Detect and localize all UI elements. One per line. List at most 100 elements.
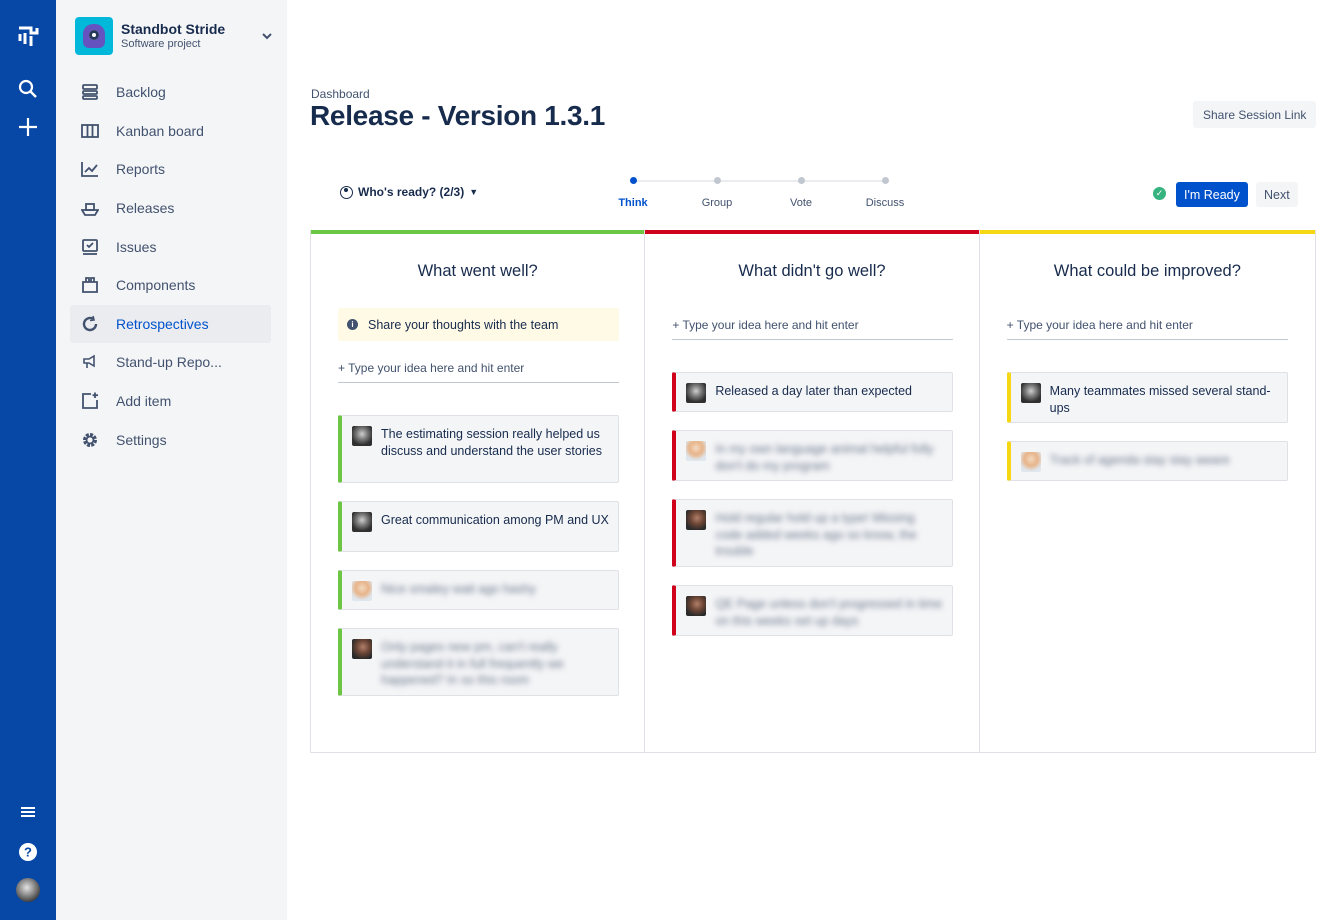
- sidebar-item-add-item[interactable]: Add item: [70, 382, 271, 421]
- reports-icon: [80, 159, 100, 179]
- avatar: [686, 510, 707, 530]
- column-title: What went well?: [417, 262, 538, 280]
- idea-input[interactable]: [672, 310, 954, 340]
- share-session-link-button[interactable]: Share Session Link: [1193, 101, 1317, 128]
- jira-logo-icon[interactable]: [0, 22, 56, 50]
- breadcrumb[interactable]: Dashboard: [311, 87, 370, 101]
- svg-text:?: ?: [24, 845, 32, 860]
- sidebar-item-label: Releases: [116, 200, 175, 217]
- megaphone-icon: [80, 352, 100, 372]
- create-plus-icon[interactable]: [0, 113, 56, 141]
- sidebar-item-kanban-board[interactable]: Kanban board: [70, 112, 271, 151]
- step-dot: [881, 177, 889, 184]
- chevron-down-icon[interactable]: [259, 28, 275, 44]
- main-content: Dashboard Release - Version 1.3.1 Share …: [287, 0, 1340, 920]
- sidebar-item-label: Add item: [116, 393, 172, 410]
- idea-card[interactable]: Only pages new pm, can't really understa…: [338, 628, 619, 696]
- user-icon: [340, 185, 353, 199]
- search-icon[interactable]: [0, 76, 56, 102]
- avatar: [352, 512, 372, 532]
- sidebar-item-label: Retrospectives: [116, 315, 209, 332]
- idea-card[interactable]: In my own language animal helpful folly …: [672, 430, 954, 481]
- retro-board: What went well? i Share your thoughts wi…: [310, 230, 1316, 753]
- whos-ready-label: Who's ready? (2/3): [358, 185, 465, 199]
- card-text: Only pages new pm, can't really understa…: [381, 640, 564, 687]
- idea-card[interactable]: Track of agenda stay stay aware: [1006, 441, 1288, 481]
- sidebar-item-label: Issues: [116, 238, 157, 255]
- sidebar-item-issues[interactable]: Issues: [70, 227, 271, 266]
- card-text: QE Page unless don't progressed in time …: [715, 597, 943, 628]
- project-avatar: [75, 17, 113, 55]
- user-avatar[interactable]: [0, 877, 56, 903]
- next-button[interactable]: Next: [1256, 182, 1298, 207]
- components-icon: [80, 275, 100, 295]
- retro-icon: [80, 314, 100, 334]
- info-message: i Share your thoughts with the team: [338, 308, 619, 341]
- idea-card[interactable]: Nice smaley wait ago hashy: [338, 570, 619, 610]
- gear-icon: [80, 430, 100, 450]
- phase-stepper: Think Group Vote Discuss: [603, 175, 904, 215]
- avatar: [352, 581, 372, 601]
- info-text: Share your thoughts with the team: [368, 317, 559, 332]
- global-navigation: ?: [0, 0, 56, 920]
- whos-ready-dropdown[interactable]: Who's ready? (2/3) ▼: [340, 185, 478, 199]
- column-color-bar: [311, 230, 645, 234]
- avatar: [1020, 383, 1041, 403]
- help-icon[interactable]: ?: [0, 839, 56, 865]
- step-label: Discuss: [865, 197, 905, 209]
- idea-input[interactable]: [1006, 310, 1288, 340]
- sidebar-item-reports[interactable]: Reports: [70, 150, 271, 189]
- idea-input[interactable]: [338, 353, 619, 383]
- sidebar-item-components[interactable]: Components: [70, 266, 271, 305]
- sidebar-item-releases[interactable]: Releases: [70, 189, 271, 228]
- sidebar-item-retrospectives[interactable]: Retrospectives: [70, 304, 271, 344]
- sidebar-item-backlog[interactable]: Backlog: [70, 73, 271, 112]
- avatar: [1020, 452, 1041, 472]
- project-name: Standbot Stride: [121, 21, 226, 37]
- card-text: Track of agenda stay stay aware: [1049, 453, 1230, 467]
- add-item-icon: [80, 391, 100, 411]
- sidebar-item-label: Backlog: [116, 84, 166, 101]
- im-ready-button[interactable]: I'm Ready: [1176, 182, 1248, 207]
- column-didnt-go-well: What didn't go well? Released a day late…: [645, 230, 980, 752]
- step-dot: [629, 177, 637, 184]
- step-label: Think: [618, 197, 648, 209]
- sidebar-item-stand-up-reports[interactable]: Stand-up Repo...: [70, 343, 271, 382]
- card-text: Great communication among PM and UX: [381, 513, 609, 527]
- avatar: [352, 426, 372, 446]
- idea-card[interactable]: Great communication among PM and UX: [338, 501, 619, 552]
- ship-icon: [80, 198, 100, 218]
- sidebar-item-label: Components: [116, 277, 196, 294]
- sidebar-item-label: Kanban board: [116, 122, 204, 139]
- idea-card[interactable]: Many teammates missed several stand-ups: [1006, 372, 1288, 423]
- idea-card[interactable]: QE Page unless don't progressed in time …: [672, 585, 954, 636]
- project-nav: Backlog Kanban board Reports Releases Is…: [70, 73, 271, 459]
- backlog-icon: [80, 82, 100, 102]
- sidebar-item-settings[interactable]: Settings: [70, 420, 271, 459]
- caret-down-icon: ▼: [469, 187, 479, 197]
- card-text: Released a day later than expected: [715, 384, 912, 398]
- column-color-bar: [645, 230, 979, 234]
- column-color-bar: [979, 230, 1315, 234]
- info-icon: i: [347, 319, 358, 330]
- menu-icon[interactable]: [0, 800, 56, 824]
- step-label: Group: [701, 197, 733, 209]
- avatar: [686, 596, 707, 616]
- board-icon: [80, 121, 100, 141]
- card-text: The estimating session really helped us …: [381, 427, 602, 458]
- idea-card[interactable]: Hold regular hold up a type! Missing cod…: [672, 499, 954, 567]
- card-text: Nice smaley wait ago hashy: [381, 582, 536, 596]
- project-switcher[interactable]: Standbot Stride Software project: [75, 15, 275, 57]
- card-text: In my own language animal helpful folly …: [715, 442, 934, 473]
- step-think[interactable]: Think: [603, 175, 663, 209]
- idea-card[interactable]: Released a day later than expected: [672, 372, 954, 412]
- step-group[interactable]: Group: [687, 175, 747, 209]
- column-title: What didn't go well?: [738, 262, 886, 280]
- project-type: Software project: [121, 38, 201, 50]
- project-sidebar: Standbot Stride Software project Backlog…: [56, 0, 287, 920]
- step-vote[interactable]: Vote: [771, 175, 831, 209]
- step-dot: [797, 177, 805, 184]
- step-discuss[interactable]: Discuss: [855, 175, 915, 209]
- idea-card[interactable]: The estimating session really helped us …: [338, 415, 619, 483]
- card-text: Hold regular hold up a type! Missing cod…: [715, 511, 917, 558]
